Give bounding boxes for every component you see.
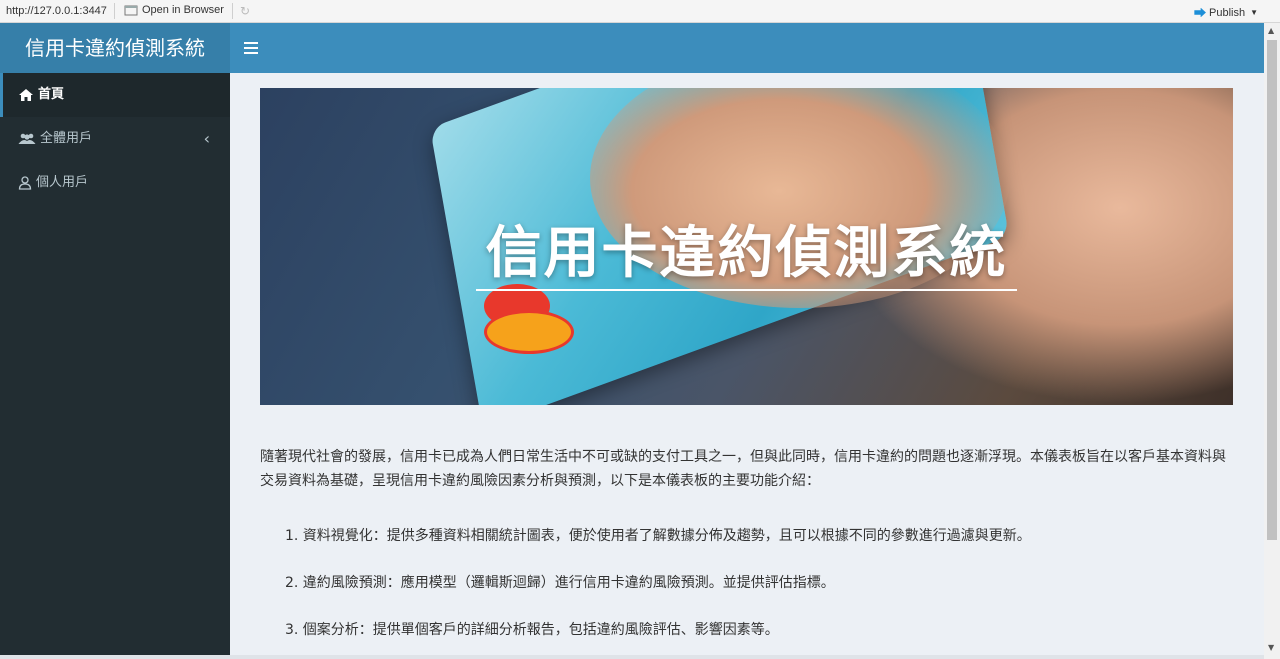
intro-paragraph: 隨著現代社會的發展，信用卡已成為人們日常生活中不可或缺的支付工具之一，但與此同時… — [260, 449, 1226, 489]
toolbar-divider — [232, 3, 233, 19]
open-in-browser-label: Open in Browser — [142, 4, 224, 16]
users-icon — [18, 133, 36, 144]
top-navbar — [230, 23, 1264, 73]
sidebar-item-label: 首頁 — [38, 87, 65, 102]
sidebar-item-individual-user[interactable]: 個人用戶 — [0, 161, 230, 205]
open-in-browser-icon — [124, 5, 138, 16]
feature-list: 1. 資料視覺化：提供多種資料相關統計圖表，便於使用者了解數據分佈及趨勢，且可以… — [285, 525, 1235, 659]
publish-icon: ⮕ — [1193, 6, 1206, 20]
home-icon — [19, 89, 33, 101]
hamburger-icon[interactable] — [244, 38, 258, 58]
chevron-left-icon[interactable]: ‹ — [204, 117, 210, 161]
sidebar-item-home[interactable]: 首頁 — [0, 73, 230, 117]
main-content: 信用卡違約偵測系統 隨著現代社會的發展，信用卡已成為人們日常生活中不可或缺的支付… — [230, 73, 1264, 659]
user-icon — [18, 176, 32, 190]
hero-banner-image: 信用卡違約偵測系統 — [260, 88, 1233, 405]
hero-title: 信用卡違約偵測系統 — [485, 221, 1008, 286]
list-item: 2. 違約風險預測：應用模型（邏輯斯迴歸）進行信用卡違約風險預測。並提供評估指標… — [285, 575, 835, 591]
scroll-down-icon[interactable]: ▼ — [1268, 643, 1274, 652]
open-in-browser-button[interactable]: Open in Browser — [124, 4, 224, 16]
publish-button[interactable]: ⮕ Publish ▼ — [1194, 4, 1258, 21]
page-scrollbar[interactable]: ▲ ▼ — [1264, 23, 1280, 659]
publish-label: Publish — [1209, 6, 1246, 19]
app-logo-title[interactable]: 信用卡違約偵測系統 — [0, 23, 230, 73]
refresh-icon[interactable]: ↻ — [240, 4, 250, 18]
bottom-edge — [0, 655, 1264, 659]
browser-toolbar: http://127.0.0.1:3447 Open in Browser ↻ … — [0, 0, 1280, 23]
sidebar-item-label: 個人用戶 — [36, 175, 89, 190]
list-item: 1. 資料視覺化：提供多種資料相關統計圖表，便於使用者了解數據分佈及趨勢，且可以… — [285, 528, 1031, 544]
sidebar-item-label: 全體用戶 — [40, 131, 93, 146]
scrollbar-thumb[interactable] — [1267, 40, 1277, 540]
chevron-down-icon: ▼ — [1250, 8, 1258, 17]
toolbar-divider — [114, 3, 115, 19]
list-item: 3. 個案分析：提供單個客戶的詳細分析報告，包括違約風險評估、影響因素等。 — [285, 622, 779, 638]
card-logo-circle — [484, 310, 574, 354]
hero-underline — [476, 289, 1017, 291]
scroll-up-icon[interactable]: ▲ — [1268, 26, 1274, 35]
sidebar-item-all-users[interactable]: 全體用戶 ‹ — [0, 117, 230, 161]
sidebar: 首頁 全體用戶 ‹ 個人用戶 — [0, 73, 230, 659]
address-url[interactable]: http://127.0.0.1:3447 — [6, 5, 107, 17]
